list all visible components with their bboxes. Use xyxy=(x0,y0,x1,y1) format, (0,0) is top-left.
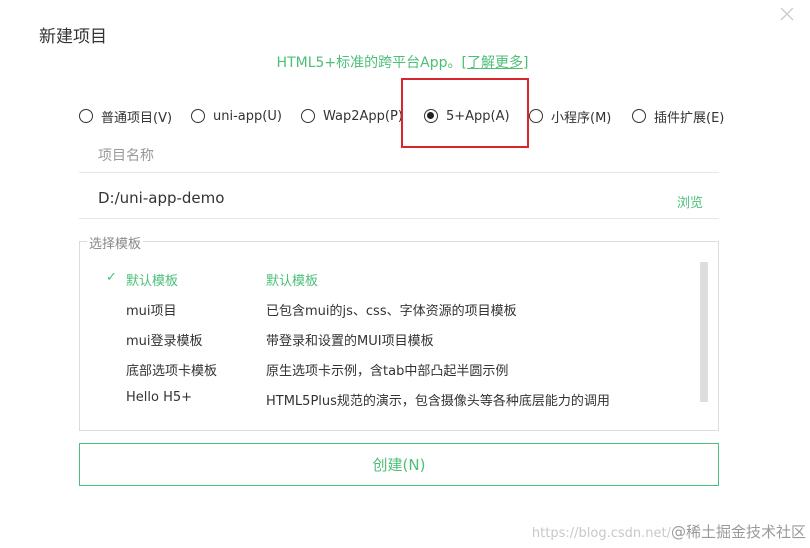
template-row[interactable]: mui项目 已包含mui的js、css、字体资源的项目模板 xyxy=(80,294,700,324)
radio-label: 普通项目(V) xyxy=(101,110,173,126)
radio-circle-icon xyxy=(79,109,93,123)
template-name: Hello H5+ xyxy=(126,390,193,405)
radio-5plus-app[interactable]: 5+App(A) xyxy=(424,104,510,128)
radio-label: Wap2App(P) xyxy=(323,108,403,124)
template-row[interactable]: 底部选项卡模板 原生选项卡示例，含tab中部凸起半圆示例 xyxy=(80,354,700,384)
browse-button[interactable]: 浏览 xyxy=(677,192,703,211)
radio-wap2app[interactable]: Wap2App(P) xyxy=(301,104,403,128)
close-icon[interactable] xyxy=(779,6,795,22)
radio-uni-app[interactable]: uni-app(U) xyxy=(191,104,282,128)
template-row[interactable]: Hello H5+ HTML5Plus规范的演示，包含摄像头等各种底层能力的调用 xyxy=(80,384,700,414)
watermark-brand: @稀土掘金技术社区 xyxy=(670,523,806,541)
template-scrollbar[interactable] xyxy=(700,262,708,402)
radio-mini-program[interactable]: 小程序(M) xyxy=(529,104,611,128)
project-name-input[interactable] xyxy=(79,138,740,174)
radio-label: 插件扩展(E) xyxy=(654,110,725,126)
template-name: 底部选项卡模板 xyxy=(126,364,218,379)
radio-circle-icon xyxy=(191,109,205,123)
learn-more-link[interactable]: [了解更多] xyxy=(462,55,529,71)
watermark: https://blog.csdn.net/@稀土掘金技术社区 xyxy=(532,521,806,542)
radio-label: 小程序(M) xyxy=(551,110,612,126)
template-row[interactable]: ✓ 默认模板 默认模板 xyxy=(80,264,700,294)
radio-normal-project[interactable]: 普通项目(V) xyxy=(79,104,172,128)
subtitle-text: HTML5+标准的跨平台App。 xyxy=(276,55,462,71)
template-name: 默认模板 xyxy=(126,274,179,289)
template-desc: 已包含mui的js、css、字体资源的项目模板 xyxy=(266,304,517,319)
template-list: ✓ 默认模板 默认模板 mui项目 已包含mui的js、css、字体资源的项目模… xyxy=(80,264,700,414)
new-project-dialog: 新建项目 HTML5+标准的跨平台App。[了解更多] 普通项目(V) uni-… xyxy=(0,0,810,548)
radio-circle-icon xyxy=(529,109,543,123)
project-path-value[interactable]: D:/uni-app-demo xyxy=(98,189,224,207)
project-name-field[interactable] xyxy=(79,138,740,174)
check-icon: ✓ xyxy=(106,270,117,285)
template-legend: 选择模板 xyxy=(87,233,144,252)
template-group: 选择模板 ✓ 默认模板 默认模板 mui项目 已包含mui的js、css、字体资… xyxy=(79,233,719,431)
template-row[interactable]: mui登录模板 带登录和设置的MUI项目模板 xyxy=(80,324,700,354)
template-desc: 原生选项卡示例，含tab中部凸起半圆示例 xyxy=(266,364,509,379)
template-desc: HTML5Plus规范的演示，包含摄像头等各种底层能力的调用 xyxy=(266,394,610,409)
template-desc: 默认模板 xyxy=(266,274,319,289)
template-desc: 带登录和设置的MUI项目模板 xyxy=(266,334,434,349)
radio-label: 5+App(A) xyxy=(446,108,510,124)
radio-circle-icon xyxy=(301,109,315,123)
create-button[interactable]: 创建(N) xyxy=(79,443,719,486)
template-name: mui项目 xyxy=(126,304,177,319)
project-type-group: 普通项目(V) uni-app(U) Wap2App(P) 5+App(A) 小… xyxy=(79,104,739,128)
radio-label: uni-app(U) xyxy=(213,108,282,124)
project-path-field[interactable]: D:/uni-app-demo 浏览 xyxy=(79,180,719,219)
subtitle: HTML5+标准的跨平台App。[了解更多] xyxy=(0,52,805,72)
dialog-title: 新建项目 xyxy=(39,27,107,47)
radio-plugin-extension[interactable]: 插件扩展(E) xyxy=(632,104,724,128)
watermark-url: https://blog.csdn.net/ xyxy=(531,526,671,541)
radio-checked-icon xyxy=(424,109,438,123)
radio-circle-icon xyxy=(632,109,646,123)
template-name: mui登录模板 xyxy=(126,334,203,349)
